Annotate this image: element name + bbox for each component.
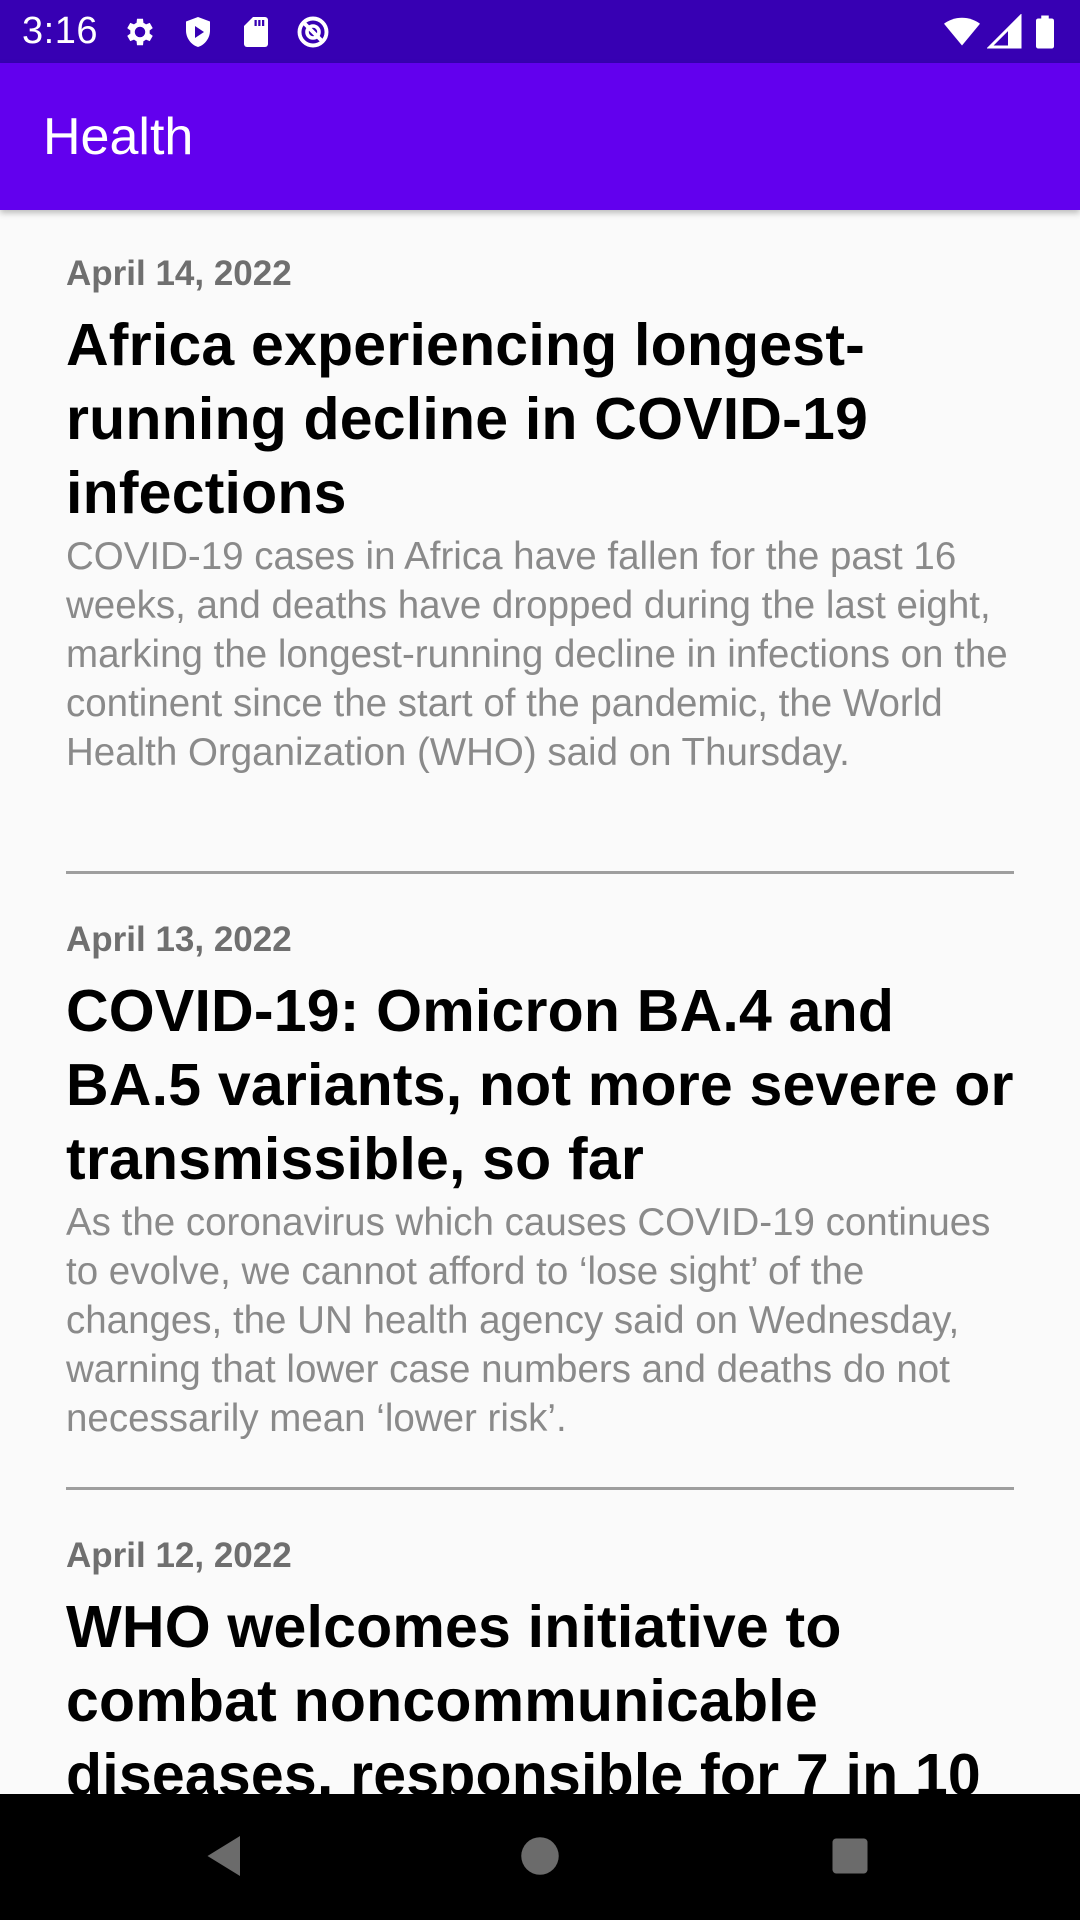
status-bar: 3:16	[0, 0, 1080, 63]
article-summary: As the coronavirus which causes COVID-19…	[66, 1201, 991, 1440]
divider	[66, 871, 1014, 874]
wifi-icon	[944, 14, 980, 50]
status-time: 3:16	[22, 10, 98, 52]
article-summary: COVID-19 cases in Africa have fallen for…	[66, 535, 1008, 774]
article-list[interactable]: April 14, 2022 Africa experiencing longe…	[0, 210, 1080, 1794]
article-date: April 14, 2022	[66, 254, 292, 293]
back-icon[interactable]	[195, 1826, 255, 1886]
article-card-1[interactable]: April 14, 2022 Africa experiencing longe…	[66, 252, 1014, 777]
recents-icon[interactable]	[820, 1826, 880, 1886]
app-title: Health	[43, 108, 194, 166]
sd-card-icon	[238, 14, 274, 50]
signal-icon	[987, 14, 1023, 50]
article-date: April 13, 2022	[66, 920, 292, 959]
shield-play-icon	[180, 14, 216, 50]
article-title[interactable]: WHO welcomes initiative to combat noncom…	[66, 1590, 1014, 1794]
article-card-2[interactable]: April 13, 2022 COVID-19: Omicron BA.4 an…	[66, 918, 1014, 1443]
article-card-3[interactable]: April 12, 2022 WHO welcomes initiative t…	[66, 1534, 1014, 1794]
sync-blocked-icon	[295, 14, 331, 50]
article-date: April 12, 2022	[66, 1536, 292, 1575]
gear-icon	[122, 14, 158, 50]
article-title[interactable]: COVID-19: Omicron BA.4 and BA.5 variants…	[66, 974, 1014, 1196]
battery-icon	[1031, 14, 1059, 50]
home-icon[interactable]	[510, 1826, 570, 1886]
article-title[interactable]: Africa experiencing longest-running decl…	[66, 308, 1014, 530]
app-bar: Health	[0, 63, 1080, 210]
divider	[66, 1487, 1014, 1490]
navigation-bar	[0, 1794, 1080, 1920]
